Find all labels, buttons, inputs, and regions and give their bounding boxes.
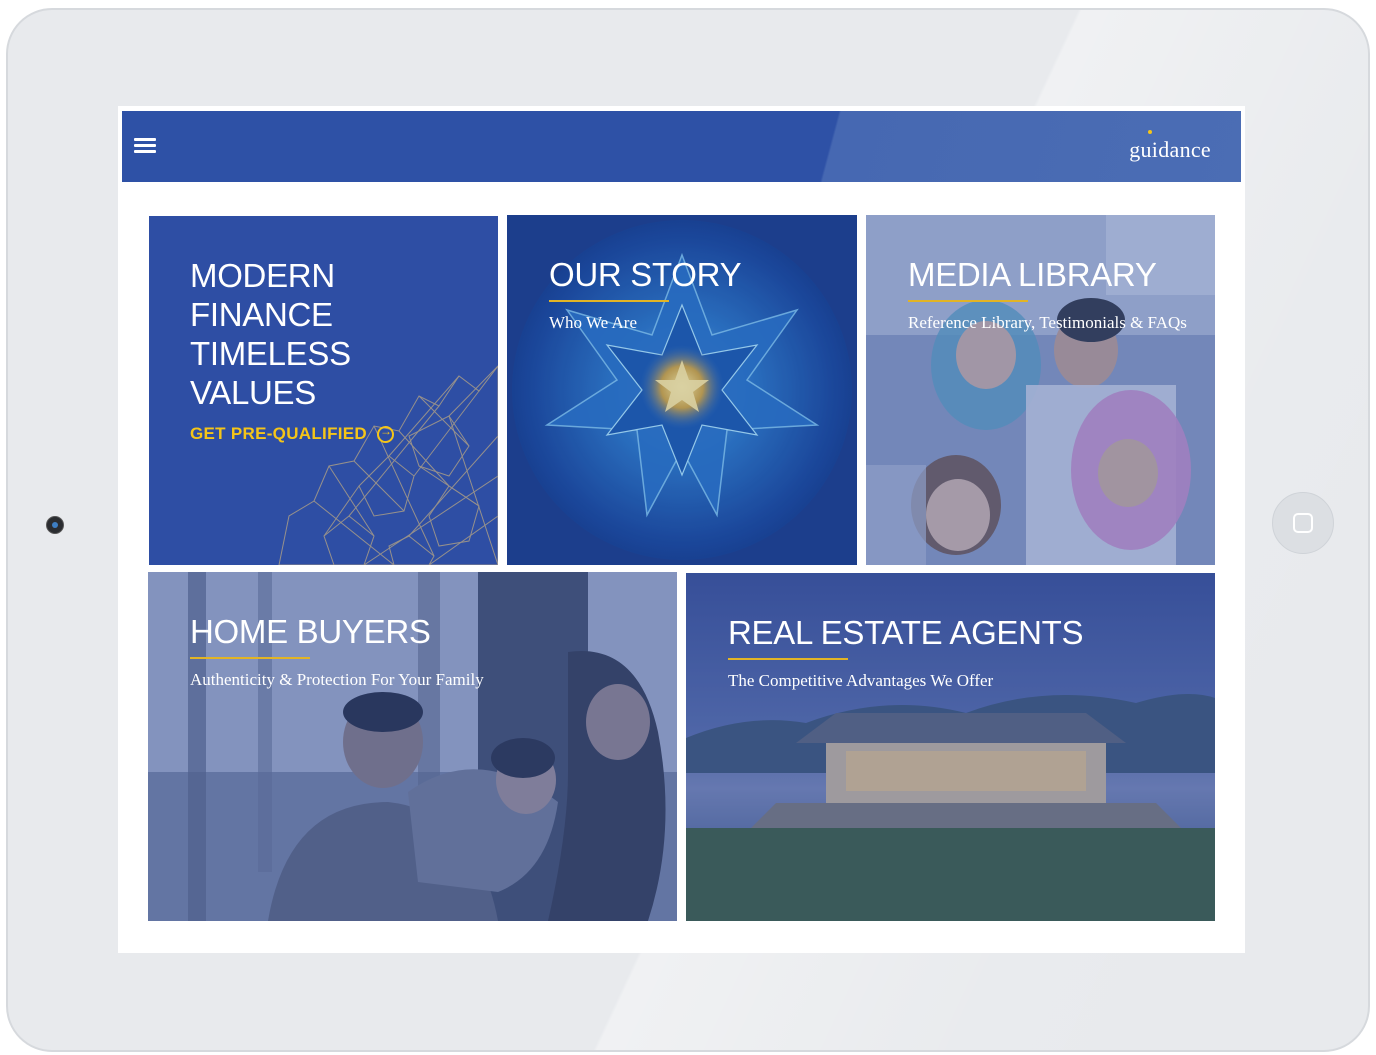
logo-dot <box>1148 130 1152 134</box>
tile-media-library[interactable]: MEDIA LIBRARY Reference Library, Testimo… <box>866 215 1215 565</box>
home-button[interactable] <box>1272 492 1334 554</box>
finance-content: MODERN FINANCE TIMELESS VALUES GET PRE-Q… <box>190 256 482 444</box>
home-subtitle: Authenticity & Protection For Your Famil… <box>190 670 484 689</box>
home-title: HOME BUYERS <box>190 613 431 650</box>
home-square-icon <box>1293 513 1313 533</box>
guidance-logo[interactable]: guidance <box>1129 137 1211 163</box>
tile-modern-finance[interactable]: MODERN FINANCE TIMELESS VALUES GET PRE-Q… <box>149 216 498 565</box>
tile-our-story[interactable]: OUR STORY Who We Are <box>507 215 857 565</box>
story-title: OUR STORY <box>549 256 742 293</box>
hamburger-menu-icon[interactable] <box>134 137 156 155</box>
tile-home-buyers[interactable]: HOME BUYERS Authenticity & Protection Fo… <box>148 572 677 921</box>
media-subtitle: Reference Library, Testimonials & FAQs <box>908 313 1187 332</box>
media-title: MEDIA LIBRARY <box>908 256 1157 293</box>
tile-real-estate-agents[interactable]: REAL ESTATE AGENTS The Competitive Advan… <box>686 573 1215 921</box>
agents-title: REAL ESTATE AGENTS <box>728 614 1084 651</box>
agents-title-underline <box>728 658 848 660</box>
app-header: guidance <box>122 111 1241 182</box>
arrow-circle-right-icon <box>377 424 394 443</box>
story-subtitle: Who We Are <box>549 313 638 332</box>
story-title-underline <box>549 300 669 302</box>
app-screen: guidance MODERN FINANCE TIMELESS VALUES … <box>118 106 1245 953</box>
finance-title-line1: MODERN FINANCE <box>190 257 335 333</box>
story-content: OUR STORY Who We Are <box>549 255 841 333</box>
media-content: MEDIA LIBRARY Reference Library, Testimo… <box>908 255 1199 333</box>
home-content: HOME BUYERS Authenticity & Protection Fo… <box>190 612 661 690</box>
finance-title: MODERN FINANCE TIMELESS VALUES <box>190 256 482 412</box>
front-camera <box>46 516 64 534</box>
media-title-underline <box>908 300 1028 302</box>
home-title-underline <box>190 657 310 659</box>
finance-title-line2: TIMELESS VALUES <box>190 335 351 411</box>
agents-content: REAL ESTATE AGENTS The Competitive Advan… <box>728 613 1199 691</box>
get-prequalified-link[interactable]: GET PRE-QUALIFIED <box>190 424 482 444</box>
get-prequalified-label: GET PRE-QUALIFIED <box>190 424 367 443</box>
agents-subtitle: The Competitive Advantages We Offer <box>728 671 994 690</box>
